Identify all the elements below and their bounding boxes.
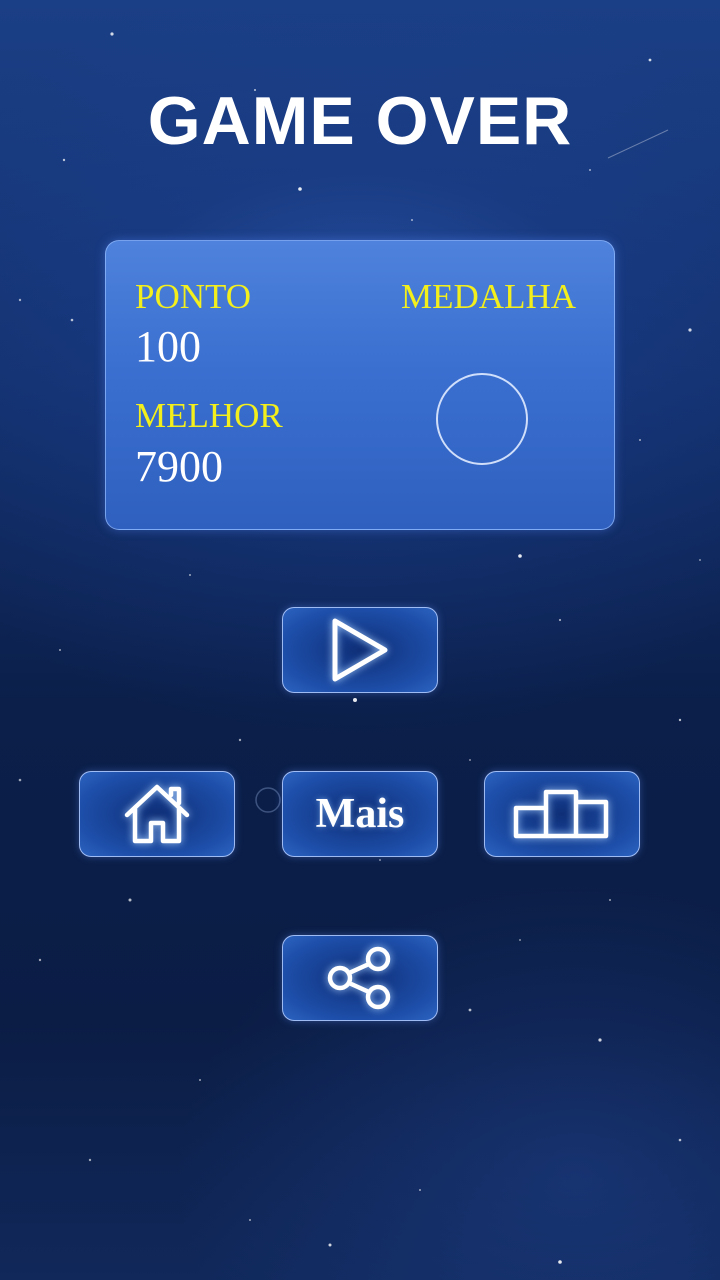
medal-label: MEDALHA bbox=[401, 277, 576, 316]
more-button-label: Mais bbox=[315, 791, 405, 837]
leaderboard-button[interactable] bbox=[484, 771, 640, 857]
share-icon bbox=[327, 946, 391, 1010]
podium-icon bbox=[513, 789, 609, 839]
home-icon bbox=[124, 784, 190, 844]
more-button[interactable]: Mais bbox=[282, 771, 438, 857]
home-button[interactable] bbox=[79, 771, 235, 857]
medal-slot bbox=[436, 373, 528, 465]
share-button[interactable] bbox=[282, 935, 438, 1021]
score-value: 100 bbox=[135, 322, 201, 371]
best-value: 7900 bbox=[135, 442, 223, 491]
play-button[interactable] bbox=[282, 607, 438, 693]
play-icon bbox=[332, 618, 388, 682]
score-label: PONTO bbox=[135, 277, 252, 316]
best-label: MELHOR bbox=[135, 396, 283, 435]
game-over-title: GAME OVER bbox=[147, 83, 573, 159]
score-panel: PONTO 100 MELHOR 7900 MEDALHA bbox=[105, 240, 615, 530]
